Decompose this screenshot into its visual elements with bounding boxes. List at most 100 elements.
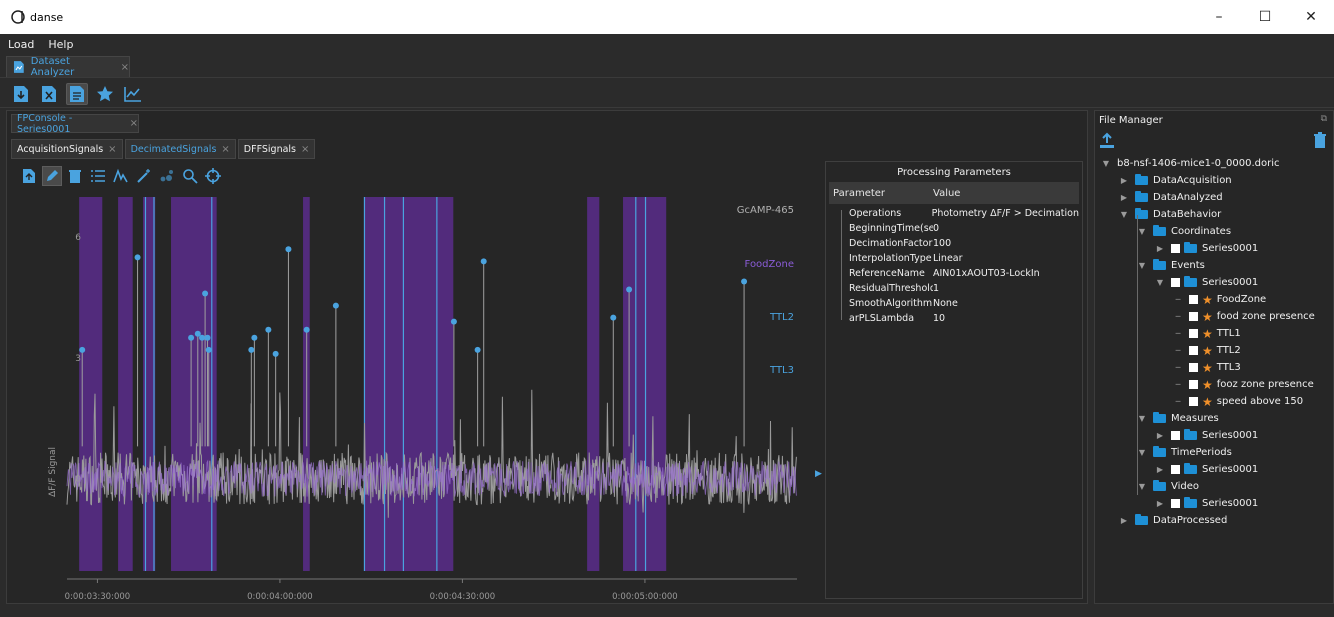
param-row[interactable]: BeginningTime(sec)0 [829,221,1079,236]
float-panel-icon[interactable]: ⧉ [1321,114,1327,124]
param-row[interactable]: ResidualThreshold 1 [829,281,1079,296]
signal-plot[interactable]: 0:00:03:30:000 0:00:04:00:000 0:00:04:30:0… [7,187,807,605]
food-zone-band [118,197,133,571]
crosshair-button[interactable] [203,166,223,186]
expanded-arrow-icon[interactable]: ▼ [1137,414,1147,423]
close-tab-icon[interactable]: × [108,144,116,155]
folder-icon [1135,191,1148,202]
document-tabs: Dataset Analyzer × [0,54,1334,78]
tree-node[interactable]: ▼ Coordinates [1095,223,1331,240]
tree-node-label: Series0001 [1202,243,1259,254]
peak-detect-button[interactable] [111,166,131,186]
collapsed-arrow-icon[interactable]: ▶ [1119,176,1129,185]
upload-icon[interactable] [1099,132,1115,148]
folder-icon [1153,225,1166,236]
export-plot-button[interactable] [19,166,39,186]
param-row[interactable]: InterpolationType Linear [829,251,1079,266]
expanded-arrow-icon[interactable]: ▼ [1137,482,1147,491]
import-button[interactable] [10,83,32,105]
tree-node[interactable]: ▶ DataProcessed [1095,512,1331,529]
close-window-button[interactable]: ✕ [1288,0,1334,34]
checkbox[interactable] [1171,465,1180,474]
tree-node[interactable]: ─ ★ speed above 150 [1095,393,1331,410]
magic-button[interactable] [134,166,154,186]
trash-icon[interactable] [1313,132,1327,148]
delete-button[interactable] [65,166,85,186]
expanded-arrow-icon[interactable]: ▼ [1137,448,1147,457]
checkbox[interactable] [1189,346,1198,355]
tab-fp-console[interactable]: FPConsole - Series0001 × [11,113,139,135]
export-excel-button[interactable] [38,83,60,105]
checkbox[interactable] [1189,295,1198,304]
scatter-button[interactable] [157,166,177,186]
tree-node[interactable]: ▼ Video [1095,478,1331,495]
tree-node[interactable]: ─ ★ food zone presence [1095,308,1331,325]
crosshair-icon [205,168,221,184]
tree-node[interactable]: ─ ★ TTL1 [1095,325,1331,342]
checkbox[interactable] [1189,329,1198,338]
expanded-arrow-icon[interactable]: ▼ [1119,210,1129,219]
collapsed-arrow-icon[interactable]: ▶ [1155,465,1165,474]
expand-panel-icon[interactable]: ▶ [815,469,822,479]
collapsed-arrow-icon[interactable]: ▶ [1119,193,1129,202]
tab-dff-signals[interactable]: DFFSignals × [237,139,316,159]
tree-node[interactable]: ▼ b8-nsf-1406-mice1-0_0000.doric [1095,155,1331,172]
collapsed-arrow-icon[interactable]: ▶ [1155,499,1165,508]
magnifier-icon [183,169,198,184]
close-tab-icon[interactable]: × [121,62,129,73]
tree-node[interactable]: ─ ★ FoodZone [1095,291,1331,308]
zoom-button[interactable] [180,166,200,186]
tab-acquisition-signals[interactable]: AcquisitionSignals × [11,139,123,159]
close-tab-icon[interactable]: × [301,144,309,155]
tree-node[interactable]: ▶ DataAcquisition [1095,172,1331,189]
tree-connector: ─ [1175,346,1181,355]
document-button[interactable] [66,82,88,105]
minimize-button[interactable]: – [1196,0,1242,34]
maximize-button[interactable]: ☐ [1242,0,1288,34]
checkbox[interactable] [1189,363,1198,372]
menu-help[interactable]: Help [40,38,79,51]
expanded-arrow-icon[interactable]: ▼ [1137,261,1147,270]
checkbox[interactable] [1189,380,1198,389]
tree-node[interactable]: ─ ★ TTL2 [1095,342,1331,359]
close-tab-icon[interactable]: × [130,118,138,129]
param-row[interactable]: ReferenceName AIN01xAOUT03-LockIn [829,266,1079,281]
chart-button[interactable] [122,83,144,105]
tree-node[interactable]: ▶ Series0001 [1095,427,1331,444]
tab-dataset-analyzer[interactable]: Dataset Analyzer × [6,56,130,78]
param-row[interactable]: SmoothAlgorithm None [829,296,1079,311]
checkbox[interactable] [1189,397,1198,406]
tree-node[interactable]: ▼ TimePeriods [1095,444,1331,461]
collapsed-arrow-icon[interactable]: ▶ [1155,431,1165,440]
collapsed-arrow-icon[interactable]: ▶ [1155,244,1165,253]
tree-node[interactable]: ▶ Series0001 [1095,495,1331,512]
param-row[interactable]: arPLSLambda 10 [829,311,1079,326]
param-value: Linear [933,253,963,264]
tree-node[interactable]: ─ ★ fooz zone presence [1095,376,1331,393]
expanded-arrow-icon[interactable]: ▼ [1101,159,1111,168]
tree-node[interactable]: ▼ Events [1095,257,1331,274]
menu-load[interactable]: Load [0,38,40,51]
checkbox[interactable] [1171,499,1180,508]
expanded-arrow-icon[interactable]: ▼ [1155,278,1165,287]
edit-button[interactable] [42,166,62,186]
tab-decimated-signals[interactable]: DecimatedSignals × [124,139,236,159]
checkbox[interactable] [1171,431,1180,440]
expanded-arrow-icon[interactable]: ▼ [1137,227,1147,236]
tree-node[interactable]: ▼ DataBehavior [1095,206,1331,223]
tree-node[interactable]: ▶ Series0001 [1095,240,1331,257]
checkbox[interactable] [1189,312,1198,321]
tree-node[interactable]: ▶ DataAnalyzed [1095,189,1331,206]
checkbox[interactable] [1171,278,1180,287]
param-row[interactable]: Operations Photometry ΔF/F > Decimation [829,206,1079,221]
favorite-button[interactable] [94,83,116,105]
tree-node[interactable]: ▼ Series0001 [1095,274,1331,291]
tree-node[interactable]: ▶ Series0001 [1095,461,1331,478]
collapsed-arrow-icon[interactable]: ▶ [1119,516,1129,525]
tree-node[interactable]: ▼ Measures [1095,410,1331,427]
checkbox[interactable] [1171,244,1180,253]
tree-node[interactable]: ─ ★ TTL3 [1095,359,1331,376]
list-button[interactable] [88,166,108,186]
close-tab-icon[interactable]: × [221,144,229,155]
param-row[interactable]: DecimationFactor 100 [829,236,1079,251]
